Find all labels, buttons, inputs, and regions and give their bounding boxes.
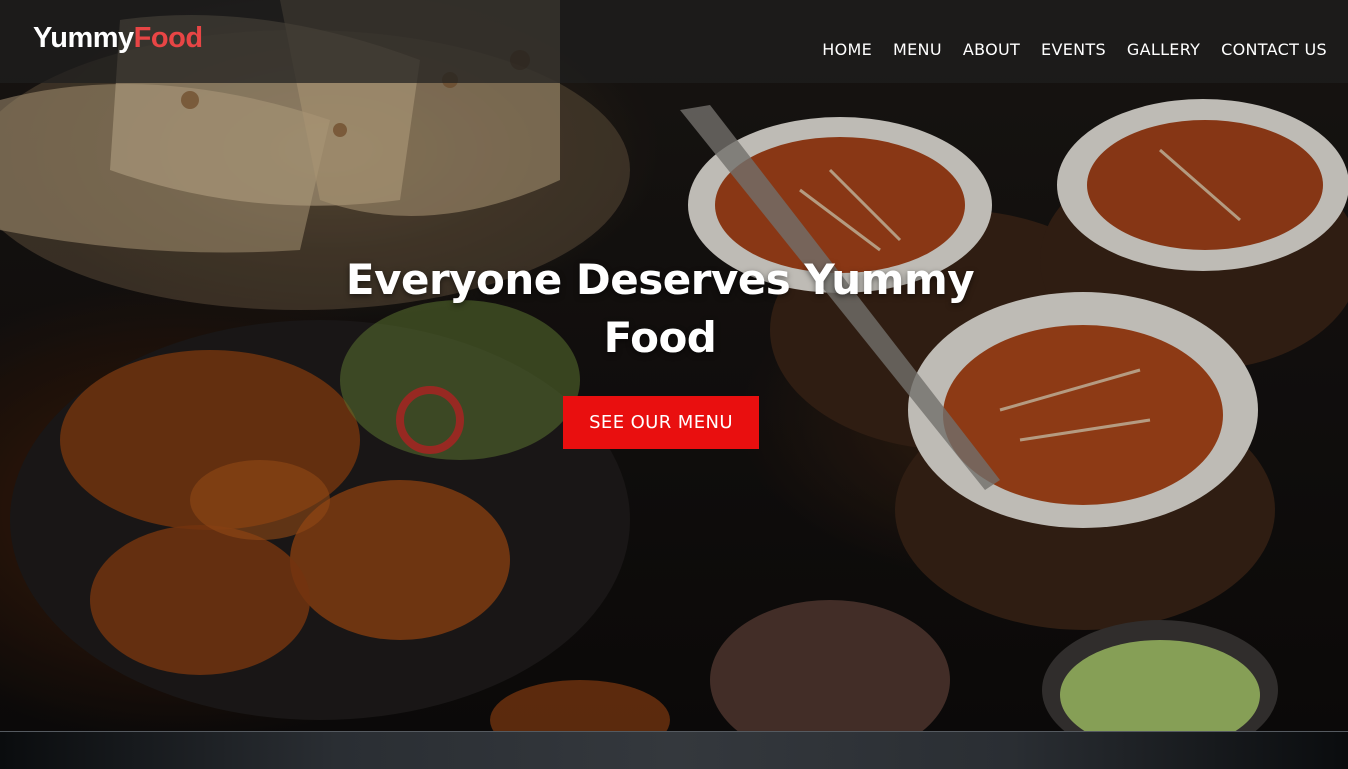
- see-our-menu-button[interactable]: SEE OUR MENU: [563, 396, 759, 449]
- nav-gallery-link[interactable]: GALLERY: [1127, 40, 1200, 60]
- main-nav: HOME MENU ABOUT EVENTS GALLERY CONTACT U…: [822, 40, 1327, 60]
- nav-home-link[interactable]: HOME: [822, 40, 872, 60]
- nav-events-link[interactable]: EVENTS: [1041, 40, 1106, 60]
- bottom-bar: [0, 731, 1348, 769]
- logo-text-accent: Food: [133, 22, 203, 54]
- nav-contact-link[interactable]: CONTACT US: [1221, 40, 1327, 60]
- nav-menu-link[interactable]: MENU: [893, 40, 942, 60]
- nav-about-link[interactable]: ABOUT: [963, 40, 1020, 60]
- logo[interactable]: YummyFood: [33, 24, 203, 53]
- navbar: YummyFood HOME MENU ABOUT EVENTS GALLERY…: [0, 0, 1348, 83]
- hero-section: Everyone Deserves Yummy Food SEE OUR MEN…: [0, 0, 1348, 731]
- hero-headline: Everyone Deserves Yummy Food: [345, 255, 975, 362]
- logo-text-primary: Yummy: [33, 22, 134, 54]
